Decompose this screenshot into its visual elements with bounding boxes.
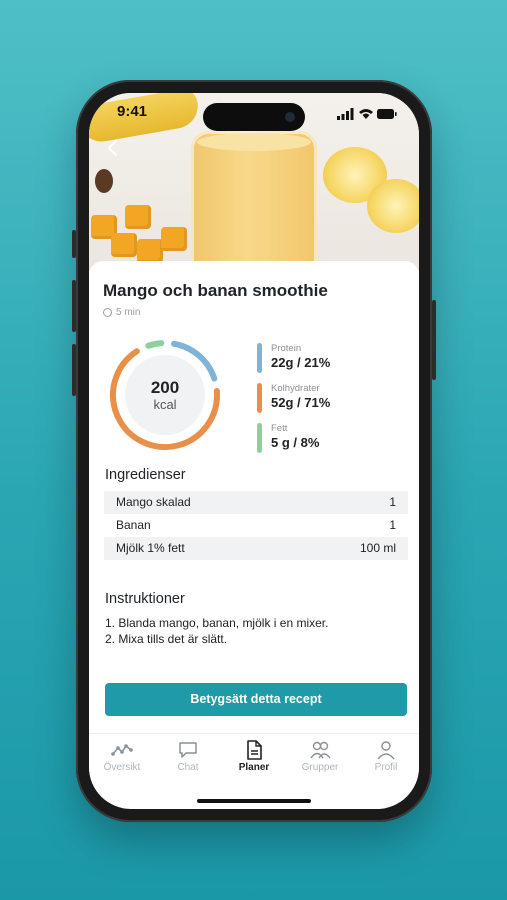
screen: 9:41 Mango och banan smoothie 5 min 200 …: [89, 93, 419, 809]
calorie-unit: kcal: [153, 397, 177, 412]
protein-color-bar: [257, 343, 262, 373]
instructions-heading: Instruktioner: [105, 591, 185, 607]
rate-recipe-button[interactable]: Betygsätt detta recept: [105, 683, 407, 716]
document-icon: [247, 740, 262, 760]
ingredients-table: Mango skalad 1 Banan 1 Mjölk 1% fett 100…: [104, 491, 408, 560]
battery-icon: [377, 109, 394, 119]
profile-icon: [377, 741, 395, 760]
ingredient-row: Mjölk 1% fett 100 ml: [104, 537, 408, 560]
instruction-step: 1. Blanda mango, banan, mjölk i en mixer…: [105, 616, 329, 630]
tab-grupper[interactable]: Grupper: [287, 734, 353, 784]
macro-label: Kolhydrater: [271, 383, 320, 394]
macro-protein: Protein 22g / 21%: [257, 343, 330, 377]
mango-cube: [111, 233, 137, 257]
mango-cube: [137, 239, 163, 263]
silent-switch: [72, 230, 76, 258]
power-button: [432, 300, 436, 380]
ingredient-row: Banan 1: [104, 514, 408, 537]
macro-value: 5 g / 8%: [271, 435, 320, 450]
overview-icon: [111, 744, 133, 756]
tab-oversikt[interactable]: Översikt: [89, 734, 155, 784]
mango-cube: [125, 205, 151, 229]
macro-value: 52g / 71%: [271, 395, 331, 410]
ingredient-amount: 100 ml: [359, 541, 396, 555]
status-bar: 9:41: [89, 93, 419, 131]
instruction-step: 2. Mixa tills det är slätt.: [105, 632, 228, 646]
calorie-ring: 200 kcal: [103, 333, 227, 457]
smoothie-surface: [197, 133, 311, 151]
ingredients-heading: Ingredienser: [105, 467, 186, 483]
calorie-value: 200: [150, 378, 180, 397]
date-fruit-illustration: [95, 169, 113, 193]
clock-icon: [103, 308, 112, 317]
macro-value: 22g / 21%: [271, 355, 331, 370]
wifi-icon: [359, 109, 373, 119]
volume-down-button: [72, 344, 76, 396]
macro-label: Fett: [271, 423, 288, 434]
tab-profil[interactable]: Profil: [353, 734, 419, 784]
tab-label: Planer: [238, 762, 270, 773]
status-icons: [337, 108, 397, 120]
donut-arc-fett: [145, 340, 165, 349]
recipe-card: Mango och banan smoothie 5 min 200 kcal …: [89, 261, 419, 731]
macro-label: Protein: [271, 343, 302, 354]
duration-text: 5 min: [116, 307, 141, 318]
chevron-left-icon: [107, 139, 118, 157]
ingredient-name: Mjölk 1% fett: [116, 541, 185, 555]
home-indicator: [197, 799, 311, 803]
macro-carbs: Kolhydrater 52g / 71%: [257, 383, 330, 417]
tab-label: Chat: [177, 762, 199, 773]
tab-label: Profil: [374, 762, 398, 773]
back-button[interactable]: [103, 137, 127, 161]
phone-frame: 9:41 Mango och banan smoothie 5 min 200 …: [72, 80, 436, 822]
instructions-list: 1. Blanda mango, banan, mjölk i en mixer…: [105, 615, 328, 647]
recipe-duration: 5 min: [103, 307, 140, 318]
smoothie-glass-illustration: [191, 131, 317, 271]
ingredient-amount: 1: [389, 518, 396, 532]
tab-label: Översikt: [103, 762, 141, 773]
ingredient-name: Banan: [116, 518, 151, 532]
signal-icon: [337, 116, 340, 120]
lemon-half-illustration: [367, 179, 419, 233]
bottom-tab-bar: Översikt Chat Planer Grupper Profil: [89, 733, 419, 784]
tab-planer[interactable]: Planer: [221, 734, 287, 784]
status-time: 9:41: [117, 103, 148, 120]
fat-color-bar: [257, 423, 262, 453]
macro-fat: Fett 5 g / 8%: [257, 423, 330, 457]
carbs-color-bar: [257, 383, 262, 413]
tab-chat[interactable]: Chat: [155, 734, 221, 784]
mango-cube: [161, 227, 187, 251]
dynamic-island: [203, 103, 305, 131]
macro-list: Protein 22g / 21% Kolhydrater 52g / 71% …: [257, 343, 330, 463]
group-icon: [310, 741, 331, 759]
ingredient-name: Mango skalad: [116, 495, 191, 509]
chat-icon: [179, 742, 197, 758]
ingredient-amount: 1: [389, 495, 396, 509]
recipe-title: Mango och banan smoothie: [103, 281, 328, 300]
tab-label: Grupper: [301, 762, 339, 773]
ingredient-row: Mango skalad 1: [104, 491, 408, 514]
volume-up-button: [72, 280, 76, 332]
